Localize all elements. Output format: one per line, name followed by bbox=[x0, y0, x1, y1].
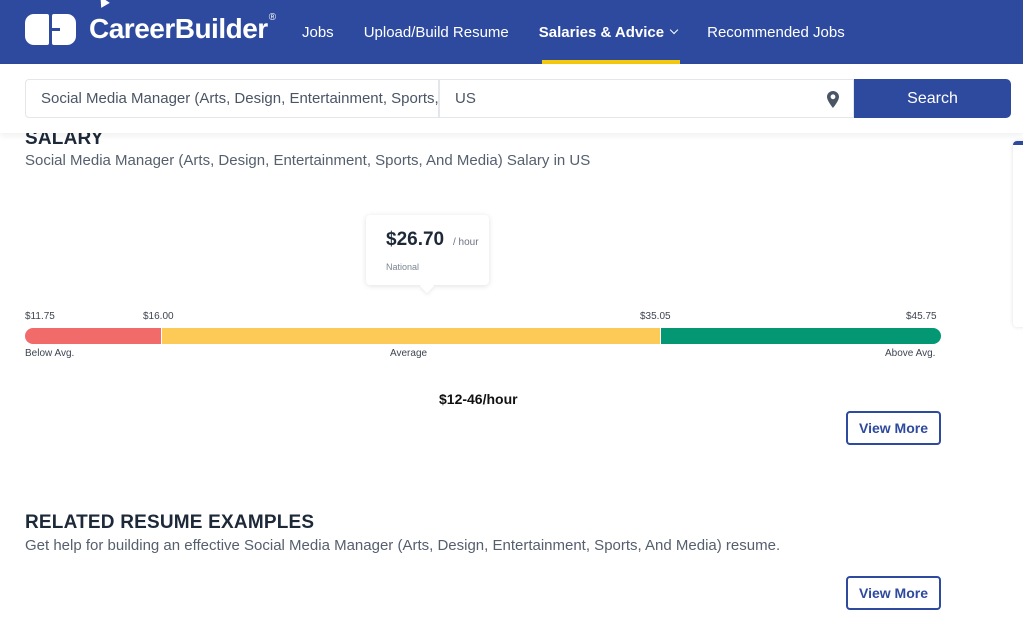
salary-band-below-average bbox=[25, 328, 161, 344]
rate-unit: / hour bbox=[453, 237, 479, 248]
side-panel-card bbox=[1013, 141, 1023, 327]
job-title-input[interactable]: Social Media Manager (Arts, Design, Ente… bbox=[25, 79, 439, 118]
location-value: US bbox=[455, 90, 476, 107]
salary-view-more-button[interactable]: View More bbox=[846, 411, 941, 445]
salary-band-above-average bbox=[661, 328, 941, 344]
salary-band-average bbox=[162, 328, 660, 344]
location-input[interactable]: US bbox=[439, 79, 854, 118]
related-resume-heading: RELATED RESUME EXAMPLES bbox=[25, 512, 315, 533]
map-pin-icon bbox=[827, 91, 839, 108]
band-label-average: Average bbox=[390, 348, 428, 359]
resume-view-more-button[interactable]: View More bbox=[846, 576, 941, 610]
salary-range: $12-46/hour bbox=[439, 391, 518, 407]
band-label-below-average: Below Avg. bbox=[25, 348, 75, 359]
band-label-above-average: Above Avg. bbox=[885, 348, 936, 359]
salary-subtitle: Social Media Manager (Arts, Design, Ente… bbox=[25, 152, 591, 169]
tick-low: $16.00 bbox=[143, 311, 174, 322]
national-hourly-rate: $26.70 bbox=[386, 229, 445, 250]
search-bar: Social Media Manager (Arts, Design, Ente… bbox=[0, 64, 1023, 133]
related-resume-subtitle: Get help for building an effective Socia… bbox=[25, 537, 781, 554]
tick-high: $35.05 bbox=[640, 311, 671, 322]
national-salary-tooltip: $26.70 / hour National bbox=[366, 215, 489, 285]
job-title-value: Social Media Manager (Arts, Design, Ente… bbox=[41, 90, 439, 107]
tick-min: $11.75 bbox=[25, 311, 55, 322]
tick-max: $45.75 bbox=[906, 311, 937, 322]
search-button[interactable]: Search bbox=[854, 79, 1011, 118]
rate-scope: National bbox=[386, 262, 420, 272]
